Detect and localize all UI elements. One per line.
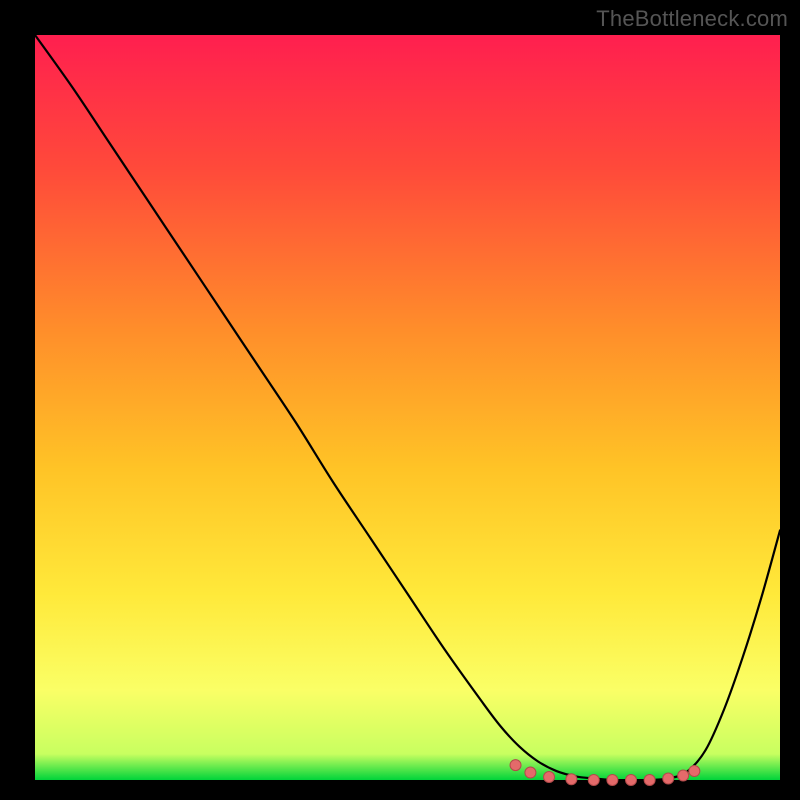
bottleneck-chart [0,0,800,800]
marker-dot [678,770,689,781]
marker-dot [544,772,555,783]
marker-dot [644,775,655,786]
marker-dot [588,775,599,786]
marker-dot [689,766,700,777]
marker-dot [525,767,536,778]
chart-root: TheBottleneck.com [0,0,800,800]
marker-dot [663,773,674,784]
marker-dot [607,775,618,786]
marker-dot [510,760,521,771]
marker-dot [626,775,637,786]
marker-dot [566,774,577,785]
plot-background [35,35,780,780]
